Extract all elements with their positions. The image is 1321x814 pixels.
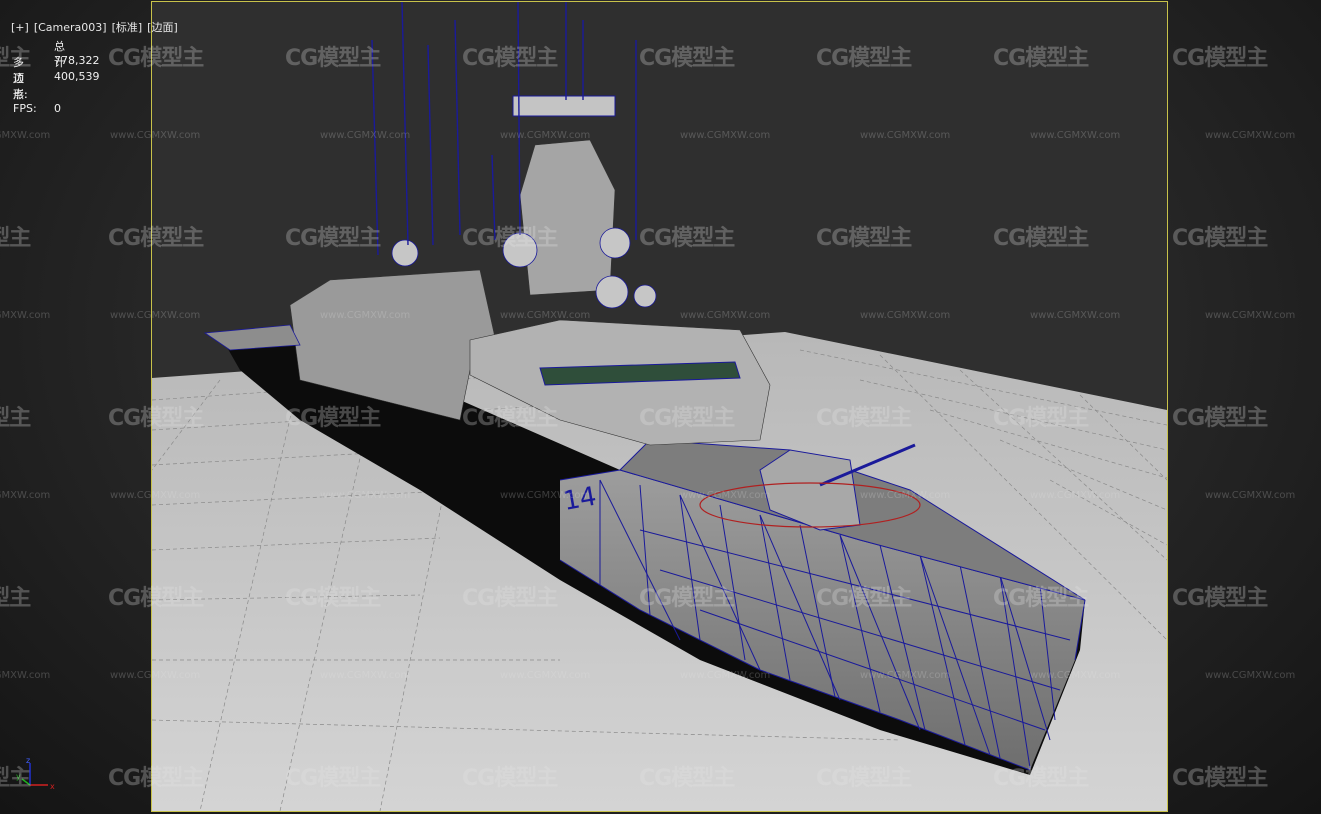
watermark-logo: CG模型主 xyxy=(0,406,31,431)
axis-x-label: x xyxy=(50,782,55,791)
watermark-url: www.CGMXW.com xyxy=(680,490,771,501)
watermark-url: www.CGMXW.com xyxy=(1205,670,1296,681)
watermark-logo: CG模型主 xyxy=(993,586,1089,611)
fps-value: 0 xyxy=(54,102,61,115)
watermark-logo: CG模型主 xyxy=(639,406,735,431)
watermark-logo: CG模型主 xyxy=(285,766,381,791)
watermark-url: www.CGMXW.com xyxy=(320,490,411,501)
watermark-url: www.CGMXW.com xyxy=(680,130,771,141)
watermark-url: www.CGMXW.com xyxy=(0,130,51,141)
viewport-shading-label[interactable]: [标准] xyxy=(112,21,143,34)
watermark-url: www.CGMXW.com xyxy=(500,490,591,501)
watermark-logo: CG模型主 xyxy=(108,406,204,431)
watermark-logo: CG模型主 xyxy=(816,586,912,611)
watermark-url: www.CGMXW.com xyxy=(320,310,411,321)
watermark-logo: CG模型主 xyxy=(816,46,912,71)
watermark-logo: CG模型主 xyxy=(639,46,735,71)
mast-tower xyxy=(519,139,616,296)
watermark-logo: CG模型主 xyxy=(108,586,204,611)
watermark-logo: CG模型主 xyxy=(639,766,735,791)
watermark-logo: CG模型主 xyxy=(639,226,735,251)
watermark-logo: CG模型主 xyxy=(1172,586,1268,611)
watermark-url: www.CGMXW.com xyxy=(0,490,51,501)
watermark-logo: CG模型主 xyxy=(108,226,204,251)
watermark-url: www.CGMXW.com xyxy=(680,310,771,321)
watermark-logo: CG模型主 xyxy=(993,46,1089,71)
watermark-logo: CG模型主 xyxy=(639,586,735,611)
viewport-display-mode-label[interactable]: [边面] xyxy=(147,21,178,34)
watermark-url: www.CGMXW.com xyxy=(680,670,771,681)
watermark-url: www.CGMXW.com xyxy=(320,130,411,141)
watermark-url: www.CGMXW.com xyxy=(1205,310,1296,321)
watermark-url: www.CGMXW.com xyxy=(110,130,201,141)
watermark-logo: CG模型主 xyxy=(993,406,1089,431)
radar-array xyxy=(512,95,616,117)
watermark-url: www.CGMXW.com xyxy=(0,310,51,321)
watermark-url: www.CGMXW.com xyxy=(500,310,591,321)
watermark-logo: CG模型主 xyxy=(462,226,558,251)
watermark-logo: CG模型主 xyxy=(0,226,31,251)
watermark-url: www.CGMXW.com xyxy=(500,130,591,141)
watermark-url: www.CGMXW.com xyxy=(860,490,951,501)
watermark-logo: CG模型主 xyxy=(462,766,558,791)
fps-label: FPS: xyxy=(13,102,37,115)
watermark-logo: CG模型主 xyxy=(108,766,204,791)
watermark-logo: CG模型主 xyxy=(993,766,1089,791)
vertices-value: 400,539 xyxy=(54,70,100,83)
watermark-url: www.CGMXW.com xyxy=(1030,310,1121,321)
watermark-url: www.CGMXW.com xyxy=(1205,130,1296,141)
watermark-logo: CG模型主 xyxy=(462,586,558,611)
watermark-logo: CG模型主 xyxy=(0,766,31,791)
watermark-url: www.CGMXW.com xyxy=(110,490,201,501)
watermark-url: www.CGMXW.com xyxy=(500,670,591,681)
watermark-logo: CG模型主 xyxy=(1172,46,1268,71)
vertices-label: 顶点: xyxy=(13,72,28,101)
watermark-url: www.CGMXW.com xyxy=(1030,490,1121,501)
watermark-url: www.CGMXW.com xyxy=(860,670,951,681)
watermark-url: www.CGMXW.com xyxy=(0,670,51,681)
watermark-logo: CG模型主 xyxy=(1172,766,1268,791)
watermark-url: www.CGMXW.com xyxy=(110,310,201,321)
watermark-url: www.CGMXW.com xyxy=(110,670,201,681)
watermark-logo: CG模型主 xyxy=(0,46,31,71)
watermark-logo: CG模型主 xyxy=(462,406,558,431)
watermark-logo: CG模型主 xyxy=(1172,226,1268,251)
watermark-logo: CG模型主 xyxy=(1172,406,1268,431)
watermark-url: www.CGMXW.com xyxy=(320,670,411,681)
watermark-logo: CG模型主 xyxy=(285,46,381,71)
watermark-logo: CG模型主 xyxy=(816,406,912,431)
watermark-logo: CG模型主 xyxy=(462,46,558,71)
watermark-logo: CG模型主 xyxy=(816,766,912,791)
watermark-logo: CG模型主 xyxy=(285,586,381,611)
watermark-logo: CG模型主 xyxy=(285,226,381,251)
watermark-url: www.CGMXW.com xyxy=(860,130,951,141)
watermark-url: www.CGMXW.com xyxy=(1030,130,1121,141)
watermark-logo: CG模型主 xyxy=(0,586,31,611)
viewport-label-menu[interactable]: [+] [Camera003] [标准] [边面] xyxy=(4,6,183,35)
watermark-url: www.CGMXW.com xyxy=(860,310,951,321)
polygons-value: 778,322 xyxy=(54,54,100,67)
watermark-logo: CG模型主 xyxy=(816,226,912,251)
watermark-logo: CG模型主 xyxy=(108,46,204,71)
watermark-logo: CG模型主 xyxy=(285,406,381,431)
watermark-url: www.CGMXW.com xyxy=(1030,670,1121,681)
viewport-menu-plus[interactable]: [+] xyxy=(11,21,29,34)
watermark-logo: CG模型主 xyxy=(993,226,1089,251)
viewport-camera-label[interactable]: [Camera003] xyxy=(34,21,107,34)
watermark-url: www.CGMXW.com xyxy=(1205,490,1296,501)
